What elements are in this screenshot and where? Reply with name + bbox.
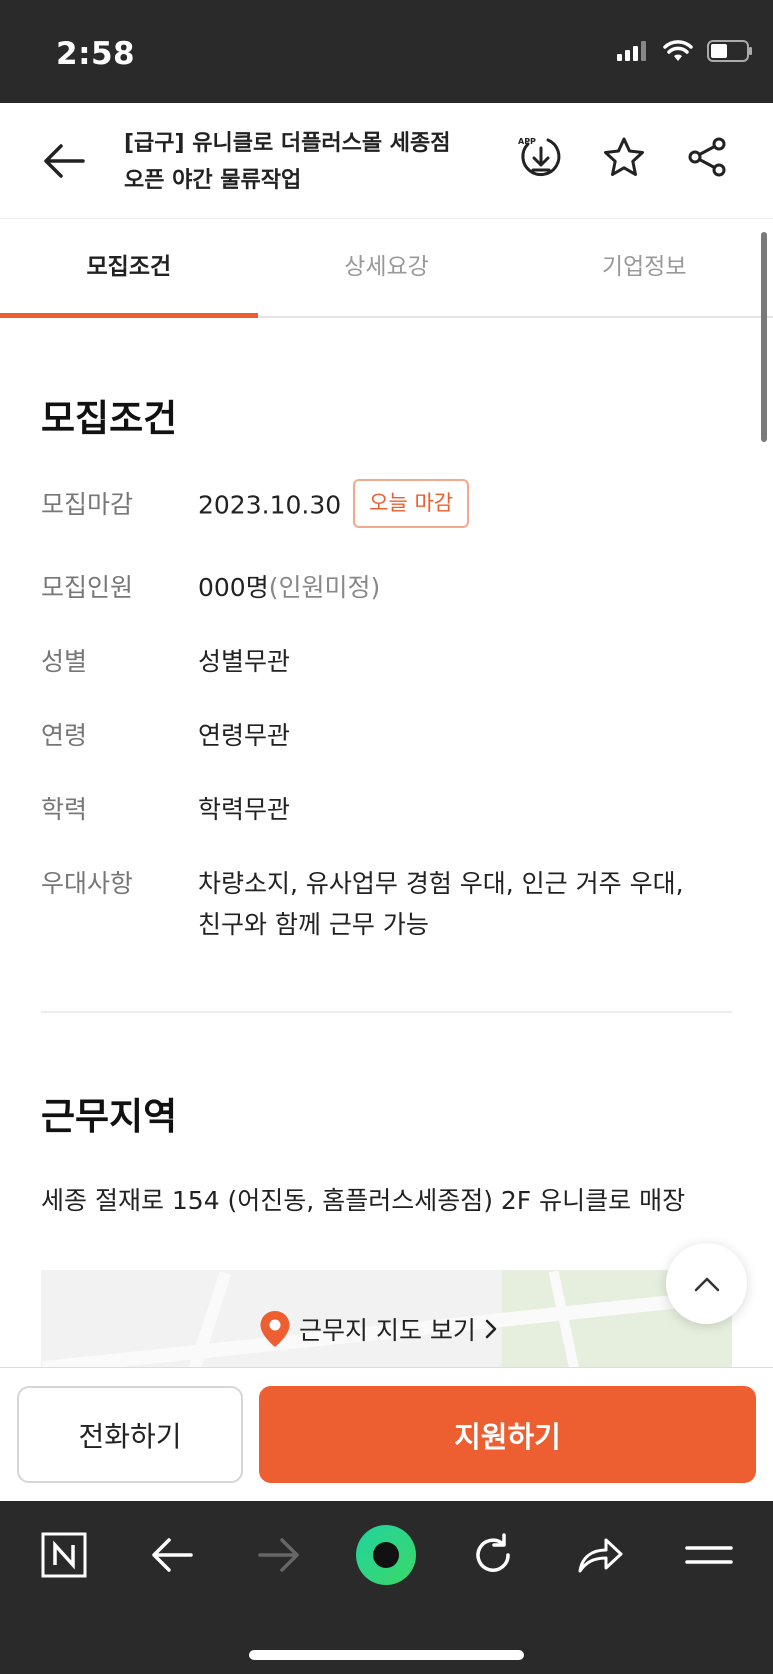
page-title: [급구] 유니클로 더플러스몰 세종점 오픈 야간 물류작업 [124,125,484,199]
headcount-number: 000명 [198,573,269,602]
education-value: 학력무관 [198,795,291,824]
battery-icon [707,40,752,62]
age-value: 연령무관 [198,721,291,750]
deadline-label: 모집마감 [41,490,134,519]
row-deadline: 모집마감 2023.10.30 오늘 마감 [41,479,741,531]
tab-bar: 모집조건 상세요강 기업정보 [0,218,773,318]
headcount-note: (인원미정) [268,573,381,602]
age-label: 연령 [41,721,88,750]
browser-share-button[interactable] [570,1525,630,1585]
headcount-value: 000명(인원미정) [198,567,741,608]
location-pin-icon [260,1311,290,1347]
refresh-button[interactable] [463,1525,523,1585]
work-address: 세종 절재로 154 (어진동, 홈플러스세종점) 2F 유니클로 매장 [41,1186,686,1215]
map-view-link[interactable]: 근무지 지도 보기 [259,1310,498,1348]
app-badge: APP [518,137,536,146]
app-download-icon: APP [518,137,561,177]
title-line-2: 오픈 야간 물류작업 [124,168,302,193]
deadline-badge: 오늘 마감 [353,479,470,528]
browser-back-button[interactable] [142,1525,202,1585]
row-headcount: 모집인원 000명(인원미정) [41,567,741,608]
section-divider [41,1011,732,1013]
share-arrow-icon [578,1538,623,1573]
call-button[interactable]: 전화하기 [17,1386,243,1483]
title-line-1: [급구] 유니클로 더플러스몰 세종점 [124,131,451,156]
wifi-icon [663,40,693,61]
headcount-label: 모집인원 [41,573,134,602]
education-label: 학력 [41,795,88,824]
naver-home-button[interactable] [34,1525,94,1585]
app-download-button[interactable]: APP [517,133,565,181]
preference-value: 차량소지, 유사업무 경험 우대, 인근 거주 우대, 친구와 함께 근무 가능 [198,863,741,945]
gender-value: 성별무관 [198,647,291,676]
back-arrow-icon [44,144,85,178]
green-dot-icon [356,1525,416,1585]
apply-button[interactable]: 지원하기 [259,1386,756,1483]
forward-arrow-icon [258,1538,299,1572]
row-gender: 성별 성별무관 [41,641,741,682]
star-icon [604,137,644,176]
status-time: 2:58 [56,36,136,72]
deadline-value: 2023.10.30 오늘 마감 [198,479,741,531]
signal-icon [617,41,646,61]
page-header: [급구] 유니클로 더플러스몰 세종점 오픈 야간 물류작업 APP [0,103,773,218]
back-button[interactable] [40,137,88,185]
browser-menu-button[interactable] [679,1525,739,1585]
gender-label: 성별 [41,647,88,676]
status-bar: 2:58 [0,0,773,103]
tab-recruit-conditions[interactable]: 모집조건 [0,219,258,318]
share-icon [688,137,726,177]
browser-forward-button[interactable] [249,1525,309,1585]
favorite-button[interactable] [600,133,648,181]
share-button[interactable] [683,133,731,181]
scroll-top-button[interactable] [666,1243,747,1324]
bottom-action-bar: 전화하기 지원하기 [0,1367,773,1501]
chevron-right-icon [485,1319,497,1339]
refresh-icon [476,1533,510,1572]
preference-line-1: 차량소지, 유사업무 경험 우대, 인근 거주 우대, [198,869,684,898]
location-section-title: 근무지역 [41,1095,178,1138]
tab-company-info[interactable]: 기업정보 [515,219,773,316]
menu-icon [685,1546,733,1564]
naver-n-icon [41,1532,87,1578]
map-preview[interactable]: 근무지 지도 보기 [41,1270,732,1367]
row-education: 학력 학력무관 [41,789,741,830]
green-dot-button[interactable] [355,1524,417,1586]
row-preference: 우대사항 차량소지, 유사업무 경험 우대, 인근 거주 우대, 친구와 함께 … [41,863,741,945]
preference-label: 우대사항 [41,869,134,898]
deadline-date: 2023.10.30 [198,490,342,520]
row-age: 연령 연령무관 [41,715,741,756]
browser-toolbar [0,1501,773,1674]
status-icons [617,40,753,62]
preference-line-2: 친구와 함께 근무 가능 [198,910,429,939]
chevron-up-icon [694,1277,719,1291]
tab-details[interactable]: 상세요강 [258,219,516,316]
back-arrow-icon [152,1538,193,1572]
main-content: 모집조건 모집마감 2023.10.30 오늘 마감 모집인원 000명(인원미정… [0,320,773,1367]
home-indicator[interactable] [249,1650,524,1660]
map-link-label: 근무지 지도 보기 [299,1316,476,1345]
recruit-section-title: 모집조건 [41,397,178,440]
